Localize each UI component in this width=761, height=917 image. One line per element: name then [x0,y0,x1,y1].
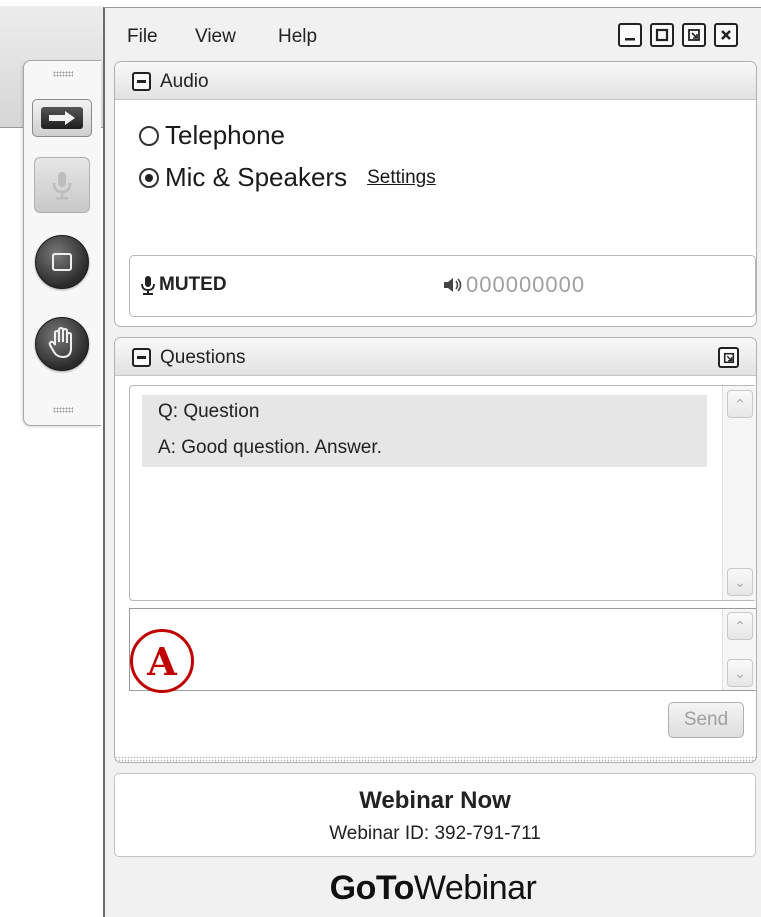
input-scrollbar[interactable]: ⌃ ⌄ [722,609,756,690]
audio-collapse-button[interactable] [132,72,151,91]
menu-file[interactable]: File [127,26,158,48]
audio-header: Audio [115,62,756,100]
questions-header: Questions [115,338,756,376]
webinar-id: Webinar ID: 392-791-711 [329,823,541,844]
questions-list[interactable]: Q: Question A: Good question. Answer. ⌃ … [129,385,756,601]
speaker-icon [444,278,462,292]
show-hide-panel-button[interactable] [32,99,92,137]
maximize-button[interactable] [650,23,674,47]
input-scroll-down-button[interactable]: ⌄ [727,659,753,687]
audio-settings-link[interactable]: Settings [367,167,436,189]
mic-button[interactable] [34,157,90,213]
section-resize-edge[interactable] [115,756,756,762]
toolbar-grip-top[interactable] [53,71,73,77]
mic-speakers-label: Mic & Speakers [165,162,348,192]
screen-icon [52,253,72,271]
questions-collapse-button[interactable] [132,348,151,367]
minus-icon [137,80,146,83]
arrow-right-icon [41,107,83,129]
menu-bar: File View Help [105,8,761,60]
question-item[interactable]: Q: Question [142,395,707,431]
popout-button[interactable] [682,23,706,47]
scroll-up-button[interactable]: ⌃ [727,390,753,418]
hand-icon [48,327,72,359]
questions-scrollbar[interactable]: ⌃ ⌄ [722,386,756,600]
telephone-radio[interactable] [139,125,159,146]
attendee-toolbar [23,60,101,426]
raise-hand-button[interactable] [35,317,89,371]
popout-icon [723,352,734,363]
questions-title: Questions [160,347,246,368]
control-panel: File View Help Audio Telephone Mic & Spe… [103,7,761,917]
telephone-label: Telephone [165,120,285,150]
close-icon [721,30,731,40]
audio-section: Audio Telephone Mic & Speakers Settings … [114,61,757,327]
menu-view[interactable]: View [195,26,236,48]
microphone-icon [141,276,155,295]
microphone-icon [52,172,72,200]
minimize-icon [625,38,635,41]
telephone-option[interactable]: Telephone [139,120,285,151]
mic-speakers-radio[interactable] [139,167,159,188]
restore-icon [688,29,700,41]
scroll-down-button[interactable]: ⌄ [727,568,753,596]
chevron-up-icon: ⌃ [734,617,746,634]
chevron-down-icon: ⌄ [734,573,746,590]
audio-title: Audio [160,71,209,92]
speaker-level: 000000000 [442,272,585,298]
toolbar-grip-bottom[interactable] [53,407,73,413]
question-input[interactable]: ⌃ ⌄ A [129,608,756,693]
brand-logo-bold: GoTo [329,869,415,907]
mic-status: MUTED [140,274,227,296]
brand-logo-regular: Webinar [413,869,537,907]
mic-speakers-option[interactable]: Mic & Speakers Settings [139,162,436,193]
questions-section: Questions Q: Question A: Good question. … [114,337,757,763]
answer-item[interactable]: A: Good question. Answer. [142,431,707,467]
send-button[interactable]: Send [668,702,744,738]
minus-icon [137,356,146,359]
questions-popout-button[interactable] [718,347,739,368]
webinar-name: Webinar Now [359,787,511,814]
menu-help[interactable]: Help [278,26,317,48]
annotation-marker: A [130,629,194,693]
webinar-info: Webinar Now Webinar ID: 392-791-711 [114,773,756,857]
minimize-button[interactable] [618,23,642,47]
input-scroll-up-button[interactable]: ⌃ [727,612,753,640]
close-button[interactable] [714,23,738,47]
chevron-up-icon: ⌃ [734,395,746,412]
speaker-level-meter: 000000000 [466,272,586,297]
mic-status-text: MUTED [159,274,227,295]
screen-share-button[interactable] [35,235,89,289]
brand-logo: GoToWebinar [105,869,761,908]
maximize-icon [655,28,669,42]
audio-status-box: MUTED 000000000 [129,255,756,317]
chevron-down-icon: ⌄ [734,664,746,681]
